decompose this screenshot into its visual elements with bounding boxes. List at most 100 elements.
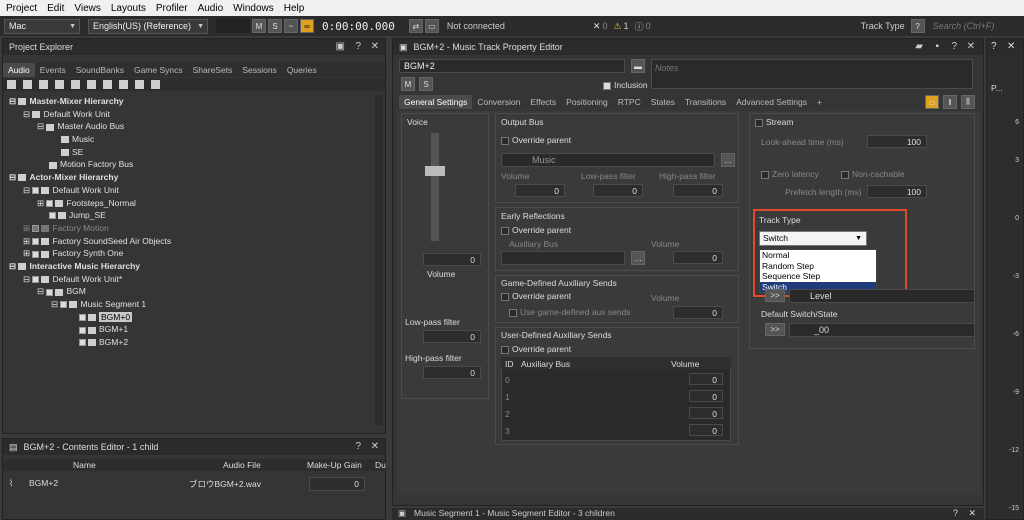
menu-help[interactable]: Help	[284, 3, 305, 14]
volume-slider-handle[interactable]	[425, 166, 445, 176]
aux-row-volume[interactable]: 0	[689, 424, 723, 436]
menu-windows[interactable]: Windows	[233, 3, 274, 14]
music-icon[interactable]	[103, 80, 112, 89]
tree-item[interactable]: ⊟ Actor-Mixer Hierarchy	[9, 171, 369, 184]
help-icon[interactable]: ?	[991, 41, 997, 52]
help-icon[interactable]: ?	[355, 41, 361, 52]
tree-item[interactable]: BGM+1	[9, 323, 369, 336]
checkbox[interactable]	[60, 301, 68, 309]
stream-checkbox[interactable]: Stream	[755, 117, 793, 127]
mute-button[interactable]: M	[252, 19, 266, 33]
tab-sharesets[interactable]: ShareSets	[188, 63, 238, 77]
folder-icon[interactable]: ▰	[915, 41, 923, 52]
use-game-aux-checkbox[interactable]: Use game-defined aux sends	[509, 307, 631, 317]
switch-icon[interactable]	[151, 80, 160, 89]
checkbox[interactable]	[46, 288, 54, 296]
workunit-icon[interactable]	[39, 80, 48, 89]
override-parent-checkbox[interactable]: Override parent	[501, 344, 571, 354]
bus-lpf-value[interactable]: 0	[593, 184, 643, 197]
platform-select[interactable]: Mac ▼	[4, 18, 80, 34]
bus-icon[interactable]	[55, 80, 64, 89]
menu-profiler[interactable]: Profiler	[156, 3, 188, 14]
tab-soundbanks[interactable]: SoundBanks	[71, 63, 129, 77]
tree-item[interactable]: ⊞ Factory Synth One	[9, 247, 369, 260]
save-icon[interactable]: ▪	[935, 41, 939, 52]
table-row[interactable]: ⌇ BGM+2 ブロウBGM+2.wav 0	[3, 475, 385, 493]
lpf-value[interactable]: 0	[423, 330, 481, 343]
checkbox[interactable]	[32, 237, 40, 245]
pin-icon[interactable]: ▣	[336, 41, 345, 52]
tree-item[interactable]: ⊟ Default Work Unit*	[9, 273, 369, 286]
default-switch-field[interactable]: _00	[789, 323, 975, 337]
tab-transitions[interactable]: Transitions	[680, 95, 731, 109]
layout-triple-icon[interactable]: ⫼	[961, 95, 975, 109]
tree-item[interactable]: Motion Factory Bus	[9, 158, 369, 171]
checkbox[interactable]	[79, 313, 86, 321]
tab-conversion[interactable]: Conversion	[472, 95, 525, 109]
group-arrow-button[interactable]: >>	[765, 289, 785, 302]
language-select[interactable]: English(US) (Reference) ▼	[88, 18, 208, 34]
help-button[interactable]: ?	[910, 19, 925, 33]
close-icon[interactable]: ✕	[968, 508, 976, 519]
tab-queries[interactable]: Queries	[282, 63, 322, 77]
layout-split-icon[interactable]: ‖	[943, 95, 957, 109]
volume-slider[interactable]	[431, 133, 439, 241]
tab-states[interactable]: States	[646, 95, 680, 109]
menu-edit[interactable]: Edit	[47, 3, 64, 14]
col-duration[interactable]: Du	[375, 460, 386, 470]
tab-events[interactable]: Events	[35, 63, 71, 77]
volume-value[interactable]: 0	[423, 253, 481, 266]
tree-item[interactable]: ⊞ Factory SoundSeed Air Objects	[9, 235, 369, 248]
close-icon[interactable]: ✕	[967, 41, 975, 52]
close-icon[interactable]: ✕	[1007, 41, 1015, 52]
override-parent-checkbox[interactable]: Override parent	[501, 225, 571, 235]
col-audio-file[interactable]: Audio File	[223, 460, 261, 470]
solo-button[interactable]: S	[268, 19, 282, 33]
aux-row-volume[interactable]: 0	[689, 390, 723, 402]
container-icon[interactable]	[71, 80, 80, 89]
tree-item[interactable]: ⊞ Factory Motion	[9, 222, 369, 235]
default-switch-arrow-button[interactable]: >>	[765, 323, 785, 336]
prefetch-value[interactable]: 100	[867, 185, 927, 198]
browse-button[interactable]: …	[631, 251, 645, 265]
browse-button[interactable]: …	[721, 153, 735, 167]
checkbox[interactable]	[32, 225, 40, 233]
tree-item[interactable]: ⊟ Interactive Music Hierarchy	[9, 260, 369, 273]
tree-item[interactable]: ⊟ Default Work Unit	[9, 184, 369, 197]
tree-item[interactable]: SE	[9, 146, 369, 159]
override-parent-checkbox[interactable]: Override parent	[501, 135, 571, 145]
inclusion-checkbox[interactable]: Inclusion	[603, 80, 648, 90]
close-icon[interactable]: ✕	[371, 441, 379, 452]
checkbox[interactable]	[32, 275, 40, 283]
help-icon[interactable]: ?	[953, 508, 958, 518]
tree-item[interactable]: Music	[9, 133, 369, 146]
layout-single-icon[interactable]: ▭	[925, 95, 939, 109]
help-icon[interactable]: ?	[355, 441, 361, 452]
add-tab-button[interactable]: +	[812, 95, 827, 109]
warning-icon[interactable]: ⚠	[613, 21, 621, 32]
curve-icon[interactable]: ~	[284, 19, 298, 33]
sound-icon[interactable]	[87, 80, 96, 89]
close-icon[interactable]: ✕	[371, 41, 379, 52]
tab-general-settings[interactable]: General Settings	[399, 95, 473, 109]
tab-sessions[interactable]: Sessions	[237, 63, 282, 77]
tree-item[interactable]: ⊟ Default Work Unit	[9, 108, 369, 121]
help-icon[interactable]: ?	[951, 41, 957, 52]
er-volume-value[interactable]: 0	[673, 251, 723, 264]
col-makeup-gain[interactable]: Make-Up Gain	[307, 460, 362, 470]
non-cachable-checkbox[interactable]: Non-cachable	[841, 169, 904, 179]
checkbox[interactable]	[49, 212, 56, 220]
object-name-field[interactable]: BGM+2	[399, 59, 625, 73]
tab-effects[interactable]: Effects	[525, 95, 561, 109]
tree-item[interactable]: ⊟ Music Segment 1	[9, 298, 369, 311]
checkbox[interactable]	[79, 326, 86, 334]
checkbox[interactable]	[32, 250, 40, 258]
folder-icon[interactable]	[23, 80, 32, 89]
checkbox[interactable]	[79, 339, 86, 347]
menu-layouts[interactable]: Layouts	[111, 3, 146, 14]
tab-advanced-settings[interactable]: Advanced Settings	[731, 95, 812, 109]
tree-item[interactable]: BGM+2	[9, 336, 369, 349]
tree-item[interactable]: ⊟ BGM	[9, 285, 369, 298]
remote-icon[interactable]: ⇄	[408, 19, 423, 33]
lookahead-value[interactable]: 100	[867, 135, 927, 148]
